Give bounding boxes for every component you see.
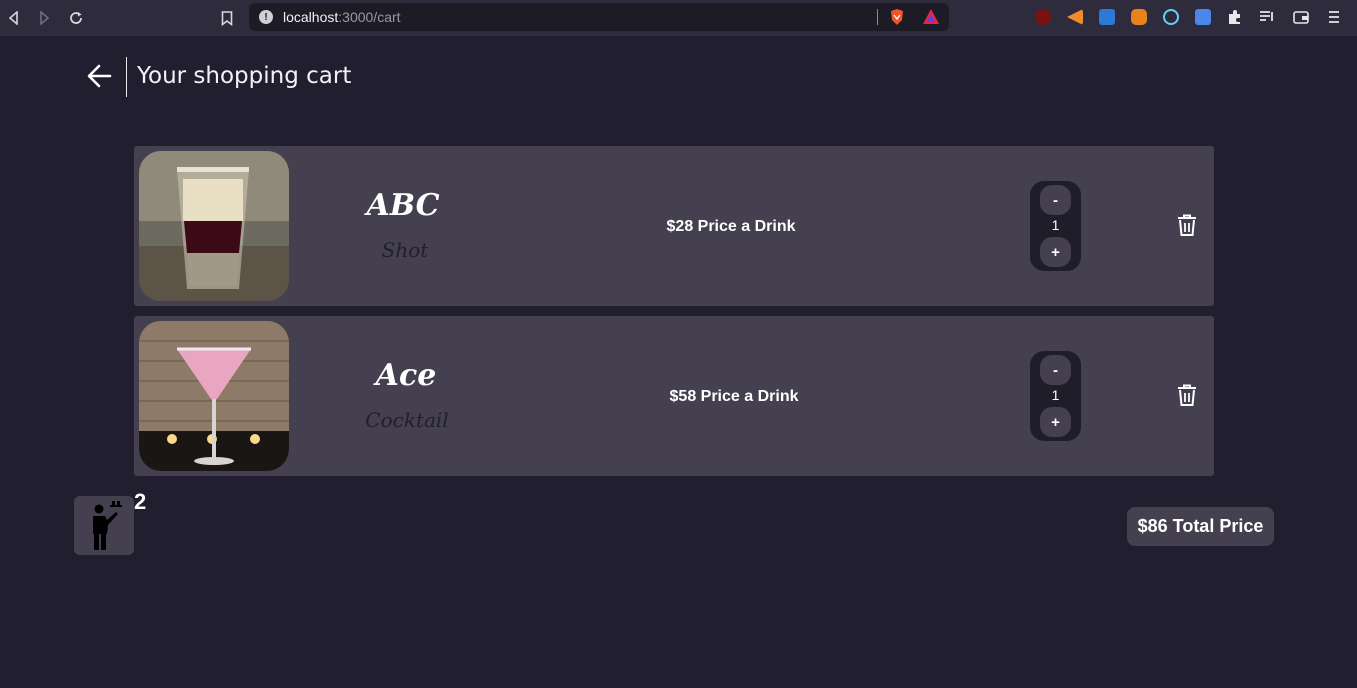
decrement-button[interactable]: -: [1040, 355, 1071, 385]
react-devtools-icon[interactable]: [1163, 9, 1179, 25]
drink-price: $28 Price a Drink: [666, 218, 796, 235]
browser-reload-icon[interactable]: [66, 8, 86, 28]
translate-icon[interactable]: [1195, 9, 1211, 25]
waiter-icon: [93, 501, 122, 550]
total-price: $86 Total Price: [1127, 507, 1274, 546]
browser-toolbar: ! localhost:3000/cart: [0, 0, 1357, 36]
quantity-stepper: - 1 +: [1030, 351, 1081, 441]
drink-type: Shot: [381, 238, 429, 262]
trash-icon[interactable]: [1177, 384, 1197, 407]
url-host: localhost: [283, 9, 339, 25]
waiter-count-badge: 2: [134, 489, 147, 514]
address-bar[interactable]: ! localhost:3000/cart: [249, 3, 949, 31]
trash-icon[interactable]: [1177, 214, 1197, 237]
metamask-icon[interactable]: [1131, 9, 1147, 25]
quantity-value: 1: [1051, 217, 1060, 233]
drink-image: [139, 321, 289, 471]
menu-icon[interactable]: [1327, 9, 1343, 25]
quantity-stepper: - 1 +: [1030, 181, 1081, 271]
browser-back-icon[interactable]: [4, 8, 24, 28]
info-icon[interactable]: !: [259, 10, 273, 24]
header-divider: [126, 57, 127, 97]
brave-shield-icon[interactable]: [889, 8, 905, 26]
drink-image: [139, 151, 289, 301]
cart-item: ABC Shot $28 Price a Drink - 1 +: [134, 146, 1214, 306]
bookmark-icon[interactable]: [217, 8, 237, 28]
drink-name: Ace: [375, 358, 437, 393]
page-title: Your shopping cart: [137, 63, 352, 89]
extension-icon[interactable]: [1067, 9, 1083, 25]
address-divider: [877, 9, 878, 25]
back-arrow-icon[interactable]: [86, 63, 112, 89]
increment-button[interactable]: +: [1040, 407, 1071, 437]
bitwarden-icon[interactable]: [1099, 9, 1115, 25]
cart-item: Ace Cocktail $58 Price a Drink - 1 +: [134, 316, 1214, 476]
drink-name: ABC: [366, 188, 440, 223]
quantity-value: 1: [1051, 387, 1060, 403]
browser-forward-icon[interactable]: [34, 8, 54, 28]
url-path: :3000/cart: [338, 9, 401, 25]
brave-rewards-icon[interactable]: [922, 8, 940, 25]
wallet-icon[interactable]: [1293, 9, 1309, 25]
media-playlist-icon[interactable]: [1259, 9, 1275, 25]
increment-button[interactable]: +: [1040, 237, 1071, 267]
extensions-puzzle-icon[interactable]: [1227, 9, 1243, 25]
waiter-button[interactable]: [74, 496, 134, 555]
ublock-icon[interactable]: [1035, 9, 1051, 25]
drink-type: Cocktail: [365, 408, 449, 432]
drink-price: $58 Price a Drink: [669, 388, 799, 405]
decrement-button[interactable]: -: [1040, 185, 1071, 215]
